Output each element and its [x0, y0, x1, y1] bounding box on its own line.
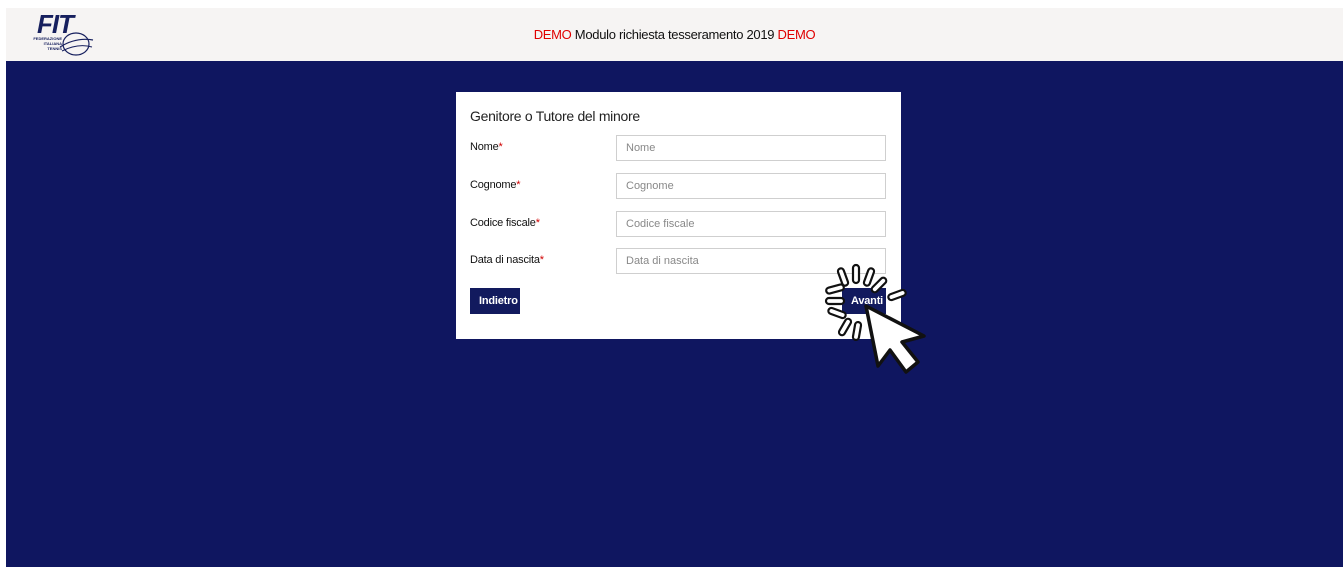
required-mark: *	[535, 217, 540, 229]
required-mark: *	[516, 179, 521, 191]
form-row-data-nascita: Data di nascita*	[470, 248, 886, 274]
nome-input[interactable]	[616, 135, 886, 161]
demo-tag-left: DEMO	[533, 27, 572, 42]
data-nascita-input[interactable]	[616, 248, 886, 274]
page-title-text: Modulo richiesta tesseramento 2019	[571, 27, 778, 42]
form-row-nome: Nome*	[470, 135, 886, 161]
guardian-form-card: Genitore o Tutore del minore Nome* Cogno…	[456, 92, 901, 339]
form-title: Genitore o Tutore del minore	[470, 108, 640, 124]
cognome-label: Cognome*	[470, 179, 521, 191]
header-bar: DEMO Modulo richiesta tesseramento 2019 …	[6, 8, 1343, 61]
codice-fiscale-label: Codice fiscale*	[470, 217, 540, 229]
fit-logo-icon[interactable]: FIT FEDERAZIONE ITALIANA TENNIS	[14, 11, 96, 59]
cognome-input[interactable]	[616, 173, 886, 199]
form-row-codice-fiscale: Codice fiscale*	[470, 211, 886, 237]
tennis-ball-swoosh-icon	[59, 32, 94, 56]
required-mark: *	[498, 141, 503, 153]
demo-tag-right: DEMO	[777, 27, 816, 42]
logo-subtext: FEDERAZIONE ITALIANA TENNIS	[33, 36, 62, 51]
page-background: DEMO Modulo richiesta tesseramento 2019 …	[6, 8, 1343, 567]
back-button[interactable]: Indietro	[470, 288, 520, 314]
codice-fiscale-input[interactable]	[616, 211, 886, 237]
nome-label: Nome*	[470, 141, 503, 153]
next-button[interactable]: Avanti	[842, 288, 886, 314]
form-row-cognome: Cognome*	[470, 173, 886, 199]
data-nascita-label: Data di nascita*	[470, 254, 544, 266]
page-title: DEMO Modulo richiesta tesseramento 2019 …	[6, 8, 1343, 61]
required-mark: *	[539, 254, 544, 266]
